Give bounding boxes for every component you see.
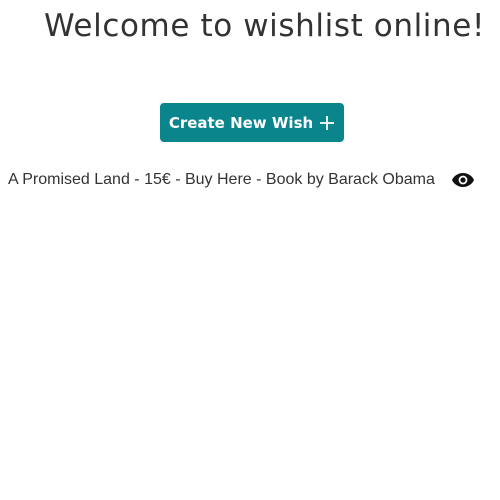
create-new-wish-label: Create New Wish — [168, 113, 314, 132]
wish-item-text: A Promised Land - 15€ - Buy Here - Book … — [8, 171, 435, 188]
plus-icon — [319, 115, 335, 131]
wish-list-item: A Promised Land - 15€ - Buy Here - Book … — [8, 166, 478, 194]
page-title: Welcome to wishlist online! — [44, 8, 485, 44]
eye-icon[interactable] — [451, 168, 475, 192]
create-new-wish-button[interactable]: Create New Wish — [160, 103, 344, 142]
